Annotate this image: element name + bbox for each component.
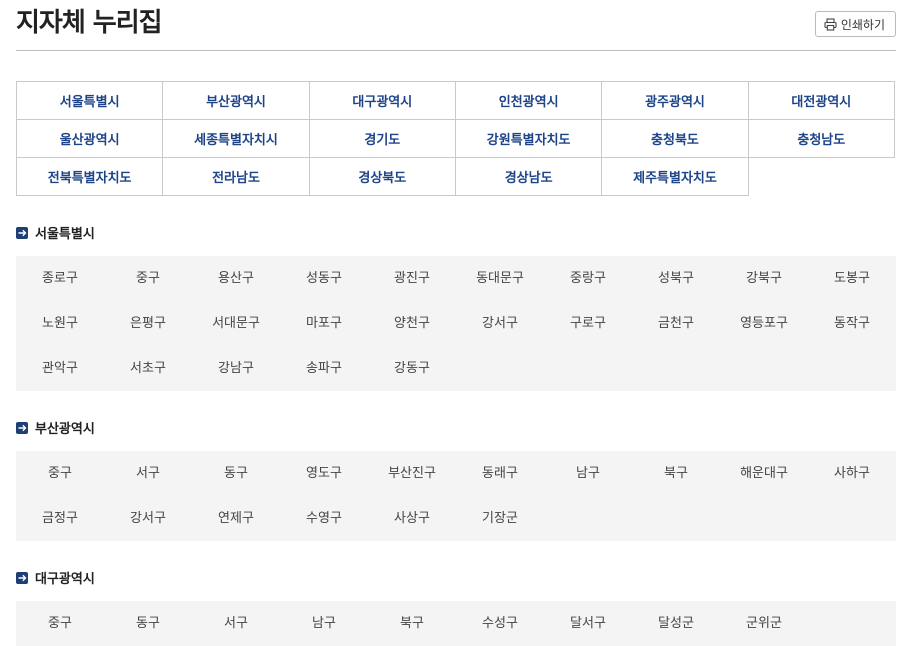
region-link[interactable]: 전북특별자치도	[15, 157, 164, 196]
district-link[interactable]: 동대문구	[456, 256, 544, 301]
region-link[interactable]: 세종특별자치시	[162, 119, 310, 158]
district-row: 금정구 강서구 연제구 수영구 사상구 기장군	[16, 496, 896, 541]
district-link[interactable]: 노원구	[16, 301, 104, 346]
district-link[interactable]: 사상구	[368, 496, 456, 541]
district-link[interactable]: 송파구	[280, 346, 368, 391]
region-link[interactable]: 경상남도	[454, 157, 603, 196]
region-link[interactable]: 서울특별시	[15, 81, 164, 120]
district-link[interactable]: 강서구	[104, 496, 192, 541]
print-button-label: 인쇄하기	[840, 17, 885, 32]
region-link[interactable]: 인천광역시	[454, 81, 603, 120]
page-header: 지자체 누리집 인쇄하기	[16, 0, 896, 51]
section-heading-daegu: 대구광역시	[16, 568, 95, 587]
print-button[interactable]: 인쇄하기	[814, 11, 896, 37]
region-row: 서울특별시 부산광역시 대구광역시 인천광역시 광주광역시 대전광역시	[15, 81, 896, 120]
district-link[interactable]: 중구	[104, 256, 192, 301]
district-link[interactable]: 서대문구	[192, 301, 280, 346]
region-row: 전북특별자치도 전라남도 경상북도 경상남도 제주특별자치도	[15, 157, 895, 196]
district-link[interactable]: 중구	[16, 601, 104, 646]
district-link[interactable]: 동래구	[456, 451, 544, 496]
district-link[interactable]: 구로구	[544, 301, 632, 346]
arrow-right-icon	[16, 421, 28, 434]
district-row: 종로구 중구 용산구 성동구 광진구 동대문구 중랑구 성북구 강북구 도봉구	[16, 256, 896, 301]
district-link[interactable]: 양천구	[368, 301, 456, 346]
district-link[interactable]: 수성구	[456, 601, 544, 646]
region-link[interactable]: 경기도	[308, 119, 456, 158]
region-empty-cell	[748, 158, 894, 196]
region-link[interactable]: 충청남도	[747, 119, 896, 158]
region-link[interactable]: 울산광역시	[15, 119, 164, 158]
district-link[interactable]: 광진구	[368, 256, 456, 301]
section-heading-seoul: 서울특별시	[16, 223, 95, 242]
district-row: 관악구 서초구 강남구 송파구 강동구	[16, 346, 896, 391]
district-link[interactable]: 강남구	[192, 346, 280, 391]
district-row: 중구 동구 서구 남구 북구 수성구 달서구 달성군 군위군	[16, 601, 896, 646]
printer-icon	[824, 17, 837, 31]
district-link[interactable]: 동구	[192, 451, 280, 496]
region-link[interactable]: 경상북도	[308, 157, 456, 196]
district-link[interactable]: 은평구	[104, 301, 192, 346]
region-link[interactable]: 광주광역시	[601, 81, 749, 120]
district-link[interactable]: 동작구	[808, 301, 896, 346]
district-link[interactable]: 서초구	[104, 346, 192, 391]
district-link[interactable]: 북구	[368, 601, 456, 646]
district-link[interactable]: 군위군	[720, 601, 808, 646]
district-link[interactable]: 강북구	[720, 256, 808, 301]
district-link[interactable]: 기장군	[456, 496, 544, 541]
district-list-daegu: 중구 동구 서구 남구 북구 수성구 달서구 달성군 군위군	[16, 601, 896, 646]
district-link[interactable]: 종로구	[16, 256, 104, 301]
district-link[interactable]: 성동구	[280, 256, 368, 301]
district-link[interactable]: 해운대구	[720, 451, 808, 496]
district-link[interactable]: 용산구	[192, 256, 280, 301]
district-row: 노원구 은평구 서대문구 마포구 양천구 강서구 구로구 금천구 영등포구 동작…	[16, 301, 896, 346]
district-link[interactable]: 서구	[104, 451, 192, 496]
district-link[interactable]: 강동구	[368, 346, 456, 391]
district-link[interactable]: 연제구	[192, 496, 280, 541]
district-link[interactable]: 달성군	[632, 601, 720, 646]
district-link[interactable]: 금천구	[632, 301, 720, 346]
district-link[interactable]: 서구	[192, 601, 280, 646]
region-link[interactable]: 대전광역시	[747, 81, 896, 120]
district-link[interactable]: 중랑구	[544, 256, 632, 301]
district-link[interactable]: 마포구	[280, 301, 368, 346]
section-heading-busan: 부산광역시	[16, 418, 95, 437]
district-link[interactable]: 남구	[280, 601, 368, 646]
district-link[interactable]: 금정구	[16, 496, 104, 541]
district-link[interactable]: 영등포구	[720, 301, 808, 346]
region-link[interactable]: 전라남도	[162, 157, 310, 196]
page-title: 지자체 누리집	[16, 8, 163, 38]
region-link[interactable]: 강원특별자치도	[454, 119, 603, 158]
district-link[interactable]: 동구	[104, 601, 192, 646]
district-list-seoul: 종로구 중구 용산구 성동구 광진구 동대문구 중랑구 성북구 강북구 도봉구 …	[16, 256, 896, 391]
district-link[interactable]: 남구	[544, 451, 632, 496]
section-title: 부산광역시	[35, 422, 95, 437]
district-link[interactable]: 관악구	[16, 346, 104, 391]
district-link[interactable]: 수영구	[280, 496, 368, 541]
arrow-right-icon	[16, 226, 28, 239]
section-title: 서울특별시	[35, 227, 95, 242]
region-row: 울산광역시 세종특별자치시 경기도 강원특별자치도 충청북도 충청남도	[15, 119, 896, 158]
district-list-busan: 중구 서구 동구 영도구 부산진구 동래구 남구 북구 해운대구 사하구 금정구…	[16, 451, 896, 541]
district-link[interactable]: 사하구	[808, 451, 896, 496]
district-link[interactable]: 영도구	[280, 451, 368, 496]
district-link[interactable]: 강서구	[456, 301, 544, 346]
region-grid: 서울특별시 부산광역시 대구광역시 인천광역시 광주광역시 대전광역시 울산광역…	[15, 81, 896, 196]
arrow-right-icon	[16, 571, 28, 584]
district-link[interactable]: 달서구	[544, 601, 632, 646]
district-link[interactable]: 도봉구	[808, 256, 896, 301]
district-link[interactable]: 성북구	[632, 256, 720, 301]
district-row: 중구 서구 동구 영도구 부산진구 동래구 남구 북구 해운대구 사하구	[16, 451, 896, 496]
section-title: 대구광역시	[35, 572, 95, 587]
region-link[interactable]: 대구광역시	[308, 81, 456, 120]
region-link[interactable]: 충청북도	[601, 119, 749, 158]
district-link[interactable]: 부산진구	[368, 451, 456, 496]
district-link[interactable]: 중구	[16, 451, 104, 496]
district-link[interactable]: 북구	[632, 451, 720, 496]
region-link[interactable]: 제주특별자치도	[601, 157, 749, 196]
region-link[interactable]: 부산광역시	[162, 81, 310, 120]
